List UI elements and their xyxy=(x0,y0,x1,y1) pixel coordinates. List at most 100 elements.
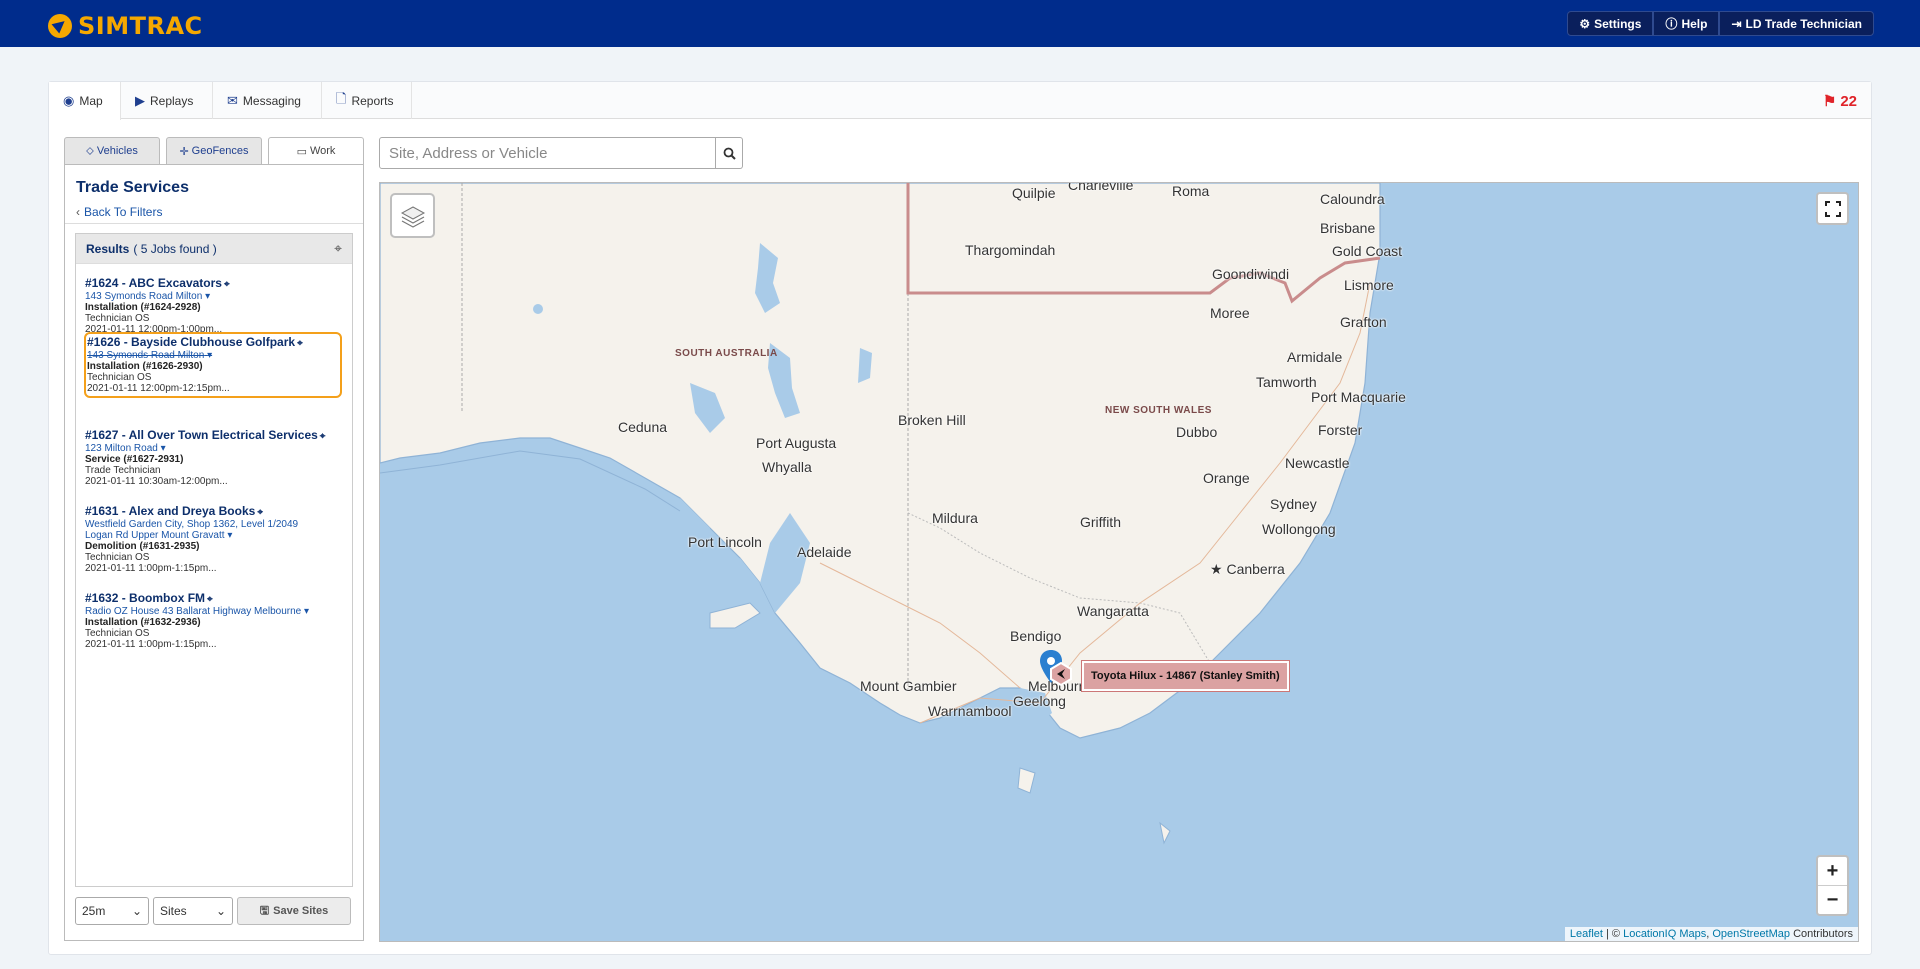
job-time: 2021-01-11 1:00pm-1:15pm... xyxy=(85,639,217,650)
place-label: Goondiwindi xyxy=(1212,266,1290,282)
layers-button[interactable] xyxy=(390,193,435,238)
place-label: Lismore xyxy=(1344,277,1394,293)
caret-down-icon[interactable]: ▾ xyxy=(227,530,232,541)
job-title[interactable]: #1626 - Bayside Clubhouse Golfpark xyxy=(87,335,295,349)
save-sites-label: Save Sites xyxy=(273,905,329,917)
job-type: Demolition (#1631-2935) xyxy=(85,541,200,552)
place-label: Wangaratta xyxy=(1077,603,1149,619)
subtab-geofences[interactable]: ✛ GeoFences xyxy=(166,137,262,165)
osm-link[interactable]: OpenStreetMap xyxy=(1712,928,1790,940)
locate-icon[interactable]: ⌖ xyxy=(297,338,303,349)
locate-icon[interactable]: ⌖ xyxy=(207,594,213,605)
leaflet-link[interactable]: Leaflet xyxy=(1570,928,1603,940)
user-label: LD Trade Technician xyxy=(1745,16,1862,31)
save-sites-button[interactable]: 🖫 Save Sites xyxy=(237,897,351,925)
back-to-filters-link[interactable]: ‹ Back To Filters xyxy=(76,205,162,219)
caret-down-icon[interactable]: ▾ xyxy=(207,350,212,361)
place-label: Brisbane xyxy=(1320,220,1376,236)
subtab-work[interactable]: ▭ Work xyxy=(268,137,364,165)
info-icon: ⓘ xyxy=(1665,17,1678,31)
tab-reports-label: Reports xyxy=(351,93,394,108)
tab-map-label: Map xyxy=(79,94,103,108)
job-type: Service (#1627-2931) xyxy=(85,454,184,465)
locate-icon[interactable]: ⌖ xyxy=(257,507,263,518)
search-input[interactable]: Site, Address or Vehicle xyxy=(379,137,717,169)
place-label: Armidale xyxy=(1287,349,1343,365)
main-panel: ◉ Map ▶ Replays ✉ Messaging 🗋 Reports ⚑ … xyxy=(48,81,1872,955)
job-item-selected[interactable]: #1626 - Bayside Clubhouse Golfpark ⌖ 143 … xyxy=(84,332,342,398)
user-logout-button[interactable]: ⇥ LD Trade Technician xyxy=(1719,11,1874,36)
alerts-count: 22 xyxy=(1840,92,1857,110)
vehicle-label[interactable]: Toyota Hilux - 14867 (Stanley Smith) xyxy=(1081,660,1290,692)
top-navbar: SIMTRAC ⚙ Settings ⓘ Help ⇥ LD Trade Tec… xyxy=(0,0,1920,47)
subtab-vehicles[interactable]: ⬦ Vehicles xyxy=(64,137,160,165)
locate-icon[interactable]: ⌖ xyxy=(224,279,230,290)
job-technician: Technician OS xyxy=(85,552,150,563)
map-view[interactable]: SOUTH AUSTRALIA NEW SOUTH WALES Charlevi… xyxy=(379,182,1859,942)
results-header: Results ( 5 Jobs found ) ⌖ xyxy=(76,234,352,264)
simtrac-logo[interactable]: SIMTRAC xyxy=(48,12,203,40)
locate-all-icon[interactable]: ⌖ xyxy=(334,240,342,257)
job-item[interactable]: #1631 - Alex and Dreya Books ⌖ Westfield … xyxy=(84,502,352,577)
job-address[interactable]: 143 Symonds Road Milton xyxy=(85,291,202,302)
locate-icon[interactable]: ⌖ xyxy=(320,431,326,442)
job-title[interactable]: #1627 - All Over Town Electrical Service… xyxy=(85,428,318,442)
place-label: Ceduna xyxy=(618,419,668,435)
job-title[interactable]: #1631 - Alex and Dreya Books xyxy=(85,504,255,518)
subtab-work-label: Work xyxy=(309,145,336,157)
zoom-control: + − xyxy=(1816,855,1849,916)
place-label: Tamworth xyxy=(1256,374,1317,390)
site-type-select[interactable]: Sites ⌄ xyxy=(153,897,233,925)
caret-down-icon[interactable]: ▾ xyxy=(304,606,309,617)
place-label: Caloundra xyxy=(1320,191,1385,207)
chevron-left-icon: ‹ xyxy=(76,205,80,219)
caret-down-icon[interactable]: ▾ xyxy=(161,443,166,454)
tab-messaging[interactable]: ✉ Messaging xyxy=(213,82,322,119)
tab-replays-label: Replays xyxy=(150,93,194,108)
tab-map[interactable]: ◉ Map xyxy=(49,82,121,120)
job-address-line2[interactable]: Logan Rd Upper Mount Gravatt xyxy=(85,530,225,541)
tab-messaging-label: Messaging xyxy=(242,93,301,108)
job-item[interactable]: #1627 - All Over Town Electrical Service… xyxy=(84,426,352,490)
place-label: Port Macquarie xyxy=(1311,389,1406,405)
alerts-indicator[interactable]: ⚑ 22 xyxy=(1823,92,1857,111)
desktop-icon: ▭ xyxy=(296,145,307,158)
play-icon: ▶ xyxy=(135,92,145,108)
search-button[interactable] xyxy=(716,137,743,169)
caret-down-icon[interactable]: ▾ xyxy=(205,291,210,302)
job-title[interactable]: #1632 - Boombox FM xyxy=(85,591,205,605)
fullscreen-button[interactable] xyxy=(1816,192,1849,225)
vehicle-marker-icon[interactable] xyxy=(1049,662,1073,686)
region-label: SOUTH AUSTRALIA xyxy=(675,348,778,359)
job-address[interactable]: 123 Milton Road xyxy=(85,443,158,454)
job-address[interactable]: Westfield Garden City, Shop 1362, Level … xyxy=(85,519,351,530)
help-button[interactable]: ⓘ Help xyxy=(1653,11,1720,36)
place-label: Charleville xyxy=(1068,182,1134,193)
locationiq-link[interactable]: LocationIQ Maps xyxy=(1623,928,1706,940)
job-item[interactable]: #1632 - Boombox FM ⌖ Radio OZ House 43 Ba… xyxy=(84,589,352,653)
place-label: Warrnambool xyxy=(928,703,1012,719)
place-label: Whyalla xyxy=(762,459,812,475)
sidebar: ⬦ Vehicles ✛ GeoFences ▭ Work Trade Serv… xyxy=(64,137,364,941)
job-title[interactable]: #1624 - ABC Excavators xyxy=(85,276,222,290)
job-address[interactable]: 143 Symonds Road Milton xyxy=(87,350,204,361)
settings-button[interactable]: ⚙ Settings xyxy=(1567,11,1654,36)
place-label: Adelaide xyxy=(797,544,852,560)
results-list[interactable]: Results ( 5 Jobs found ) ⌖ #1624 - ABC E… xyxy=(75,233,353,887)
tab-reports[interactable]: 🗋 Reports xyxy=(322,82,412,119)
radius-select[interactable]: 25m ⌄ xyxy=(75,897,149,925)
zoom-in-button[interactable]: + xyxy=(1818,857,1847,886)
sidebar-title: Trade Services xyxy=(76,179,189,196)
place-label: Gold Coast xyxy=(1332,243,1403,259)
job-item[interactable]: #1624 - ABC Excavators ⌖ 143 Symonds Road… xyxy=(84,274,342,338)
tab-replays[interactable]: ▶ Replays xyxy=(121,82,213,119)
job-address[interactable]: Radio OZ House 43 Ballarat Highway Melbo… xyxy=(85,606,301,617)
job-technician: Technician OS xyxy=(87,372,152,383)
zoom-out-button[interactable]: − xyxy=(1818,886,1847,915)
place-label: Port Augusta xyxy=(756,435,837,451)
job-technician: Technician OS xyxy=(85,628,150,639)
place-label: Port Lincoln xyxy=(688,534,762,550)
place-label: Mildura xyxy=(932,510,978,526)
radius-select-value: 25m xyxy=(82,904,106,918)
main-tabs: ◉ Map ▶ Replays ✉ Messaging 🗋 Reports ⚑ … xyxy=(49,82,1871,120)
